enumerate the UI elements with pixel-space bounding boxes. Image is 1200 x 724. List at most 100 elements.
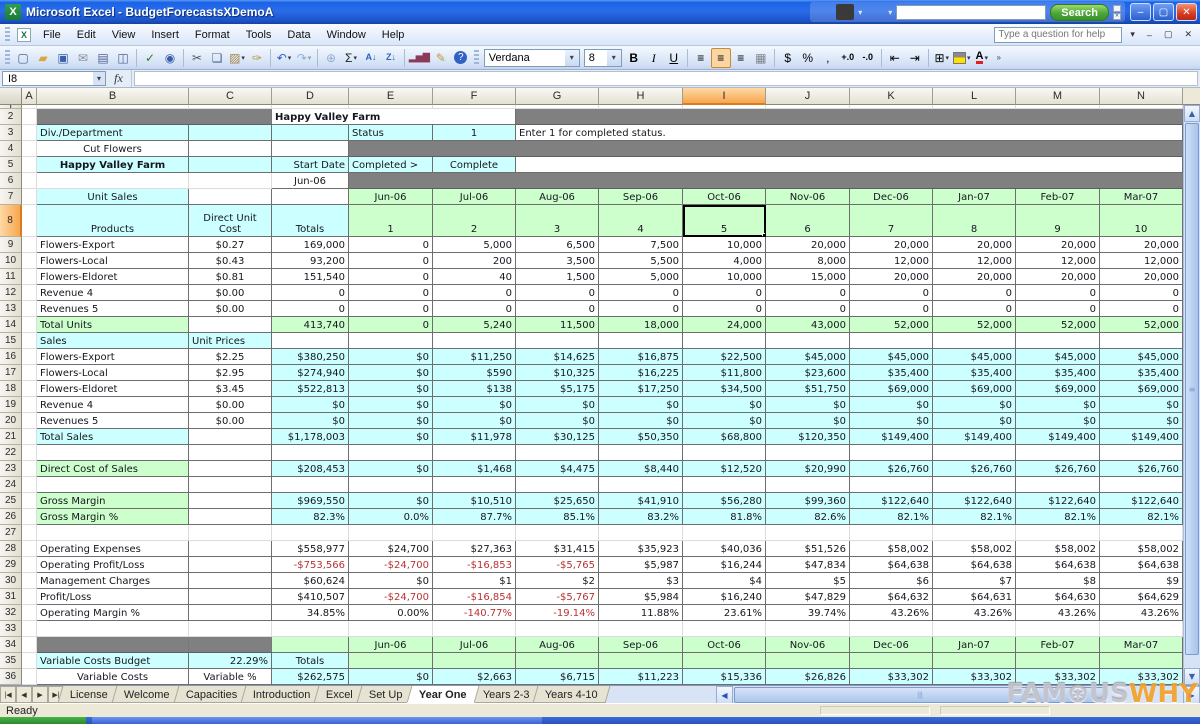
row-header-14[interactable]: 14 bbox=[0, 317, 22, 333]
cell-E29[interactable]: -$24,700 bbox=[349, 557, 433, 573]
cell-D7[interactable] bbox=[272, 189, 349, 205]
row-header-15[interactable]: 15 bbox=[0, 333, 22, 349]
cell-H23[interactable]: $8,440 bbox=[599, 461, 683, 477]
cell-J18[interactable]: $51,750 bbox=[766, 381, 850, 397]
chevron-down-icon[interactable]: ▾ bbox=[607, 50, 621, 66]
cell-B18[interactable]: Flowers-Eldoret bbox=[37, 381, 189, 397]
cell-N11[interactable]: 20,000 bbox=[1100, 269, 1183, 285]
cell-L25[interactable]: $122,640 bbox=[933, 493, 1016, 509]
cell-N29[interactable]: $64,638 bbox=[1100, 557, 1183, 573]
menu-tools[interactable]: Tools bbox=[238, 26, 280, 44]
cell-K26[interactable]: 82.1% bbox=[850, 509, 933, 525]
sheet-tab-years-4-10[interactable]: Years 4-10 bbox=[533, 686, 611, 703]
column-header-I[interactable]: I bbox=[683, 88, 766, 105]
cell-H33[interactable] bbox=[599, 621, 683, 637]
cell-M16[interactable]: $45,000 bbox=[1016, 349, 1100, 365]
menu-edit[interactable]: Edit bbox=[69, 26, 104, 44]
format-painter-icon[interactable]: ✑ bbox=[247, 48, 267, 68]
cell-F23[interactable]: $1,468 bbox=[433, 461, 516, 477]
cell-H12[interactable]: 0 bbox=[599, 285, 683, 301]
row-header-22[interactable]: 22 bbox=[0, 445, 22, 461]
cell-C36[interactable]: Variable % bbox=[189, 669, 272, 685]
print-preview-icon[interactable]: ◫ bbox=[113, 48, 133, 68]
cell-M25[interactable]: $122,640 bbox=[1016, 493, 1100, 509]
column-header-J[interactable]: J bbox=[766, 88, 850, 105]
cell-G14[interactable]: 11,500 bbox=[516, 317, 599, 333]
row-header-31[interactable]: 31 bbox=[0, 589, 22, 605]
close-button[interactable]: ✕ bbox=[1176, 3, 1197, 21]
cell-L34[interactable]: Jan-07 bbox=[933, 637, 1016, 653]
cell-H29[interactable]: $5,987 bbox=[599, 557, 683, 573]
cell-J19[interactable]: $0 bbox=[766, 397, 850, 413]
cell-L33[interactable] bbox=[933, 621, 1016, 637]
cell-I34[interactable]: Oct-06 bbox=[683, 637, 766, 653]
cell-E27[interactable] bbox=[349, 525, 433, 541]
cell-K7[interactable]: Dec-06 bbox=[850, 189, 933, 205]
cell-A30[interactable] bbox=[22, 573, 37, 589]
cell-I20[interactable]: $0 bbox=[683, 413, 766, 429]
cell-H30[interactable]: $3 bbox=[599, 573, 683, 589]
cell-E11[interactable]: 0 bbox=[349, 269, 433, 285]
cell-L36[interactable]: $33,302 bbox=[933, 669, 1016, 685]
cell-F35[interactable] bbox=[433, 653, 516, 669]
align-center-button[interactable]: ≡ bbox=[711, 48, 731, 68]
cell-J22[interactable] bbox=[766, 445, 850, 461]
cell-E14[interactable]: 0 bbox=[349, 317, 433, 333]
cell-C9[interactable]: $0.27 bbox=[189, 237, 272, 253]
cell-A18[interactable] bbox=[22, 381, 37, 397]
cell-F11[interactable]: 40 bbox=[433, 269, 516, 285]
cell-H25[interactable]: $41,910 bbox=[599, 493, 683, 509]
cell-A25[interactable] bbox=[22, 493, 37, 509]
cell-A21[interactable] bbox=[22, 429, 37, 445]
row-header-5[interactable]: 5 bbox=[0, 157, 22, 173]
cell-A13[interactable] bbox=[22, 301, 37, 317]
row-header-18[interactable]: 18 bbox=[0, 381, 22, 397]
cell-F26[interactable]: 87.7% bbox=[433, 509, 516, 525]
scroll-up-icon[interactable]: ▲ bbox=[1184, 105, 1200, 122]
cell-N28[interactable]: $58,002 bbox=[1100, 541, 1183, 557]
cell-M29[interactable]: $64,638 bbox=[1016, 557, 1100, 573]
cell-D11[interactable]: 151,540 bbox=[272, 269, 349, 285]
cell-A3[interactable] bbox=[22, 125, 37, 141]
cell-B24[interactable] bbox=[37, 477, 189, 493]
cell-K33[interactable] bbox=[850, 621, 933, 637]
addon-slot-1[interactable] bbox=[836, 4, 854, 20]
column-header-C[interactable]: C bbox=[189, 88, 272, 105]
menu-view[interactable]: View bbox=[104, 26, 144, 44]
addon-slot-2[interactable] bbox=[866, 4, 884, 20]
addon-mini-close-button[interactable]: ✕ bbox=[1113, 13, 1121, 20]
cell-B19[interactable]: Revenue 4 bbox=[37, 397, 189, 413]
cell-L29[interactable]: $64,638 bbox=[933, 557, 1016, 573]
align-left-button[interactable]: ≡ bbox=[691, 48, 711, 68]
row-header-23[interactable]: 23 bbox=[0, 461, 22, 477]
cell-L12[interactable]: 0 bbox=[933, 285, 1016, 301]
cell-I13[interactable]: 0 bbox=[683, 301, 766, 317]
cell-K8[interactable]: 7 bbox=[850, 205, 933, 237]
cell-F28[interactable]: $27,363 bbox=[433, 541, 516, 557]
column-header-N[interactable]: N bbox=[1100, 88, 1183, 105]
cell-L31[interactable]: $64,631 bbox=[933, 589, 1016, 605]
windows-taskbar-sliver[interactable] bbox=[0, 717, 1200, 724]
cell-B14[interactable]: Total Units bbox=[37, 317, 189, 333]
chart-wizard-icon[interactable]: ▂▅▇ bbox=[408, 48, 431, 68]
name-box[interactable]: I8 ▾ bbox=[2, 71, 106, 86]
cell-M27[interactable] bbox=[1016, 525, 1100, 541]
undo-icon[interactable]: ↶▾ bbox=[274, 48, 294, 68]
sheet-tab-license[interactable]: License bbox=[58, 686, 121, 703]
column-header-F[interactable]: F bbox=[433, 88, 516, 105]
cell-K21[interactable]: $149,400 bbox=[850, 429, 933, 445]
cell-N13[interactable]: 0 bbox=[1100, 301, 1183, 317]
cell-C17[interactable]: $2.95 bbox=[189, 365, 272, 381]
cell-J15[interactable] bbox=[766, 333, 850, 349]
cell-N10[interactable]: 12,000 bbox=[1100, 253, 1183, 269]
cell-I33[interactable] bbox=[683, 621, 766, 637]
cell-A8[interactable] bbox=[22, 205, 37, 237]
cell-E21[interactable]: $0 bbox=[349, 429, 433, 445]
cell-E8[interactable]: 1 bbox=[349, 205, 433, 237]
font-size-select[interactable]: 8 ▾ bbox=[584, 49, 622, 67]
cell-I25[interactable]: $56,280 bbox=[683, 493, 766, 509]
cell-H27[interactable] bbox=[599, 525, 683, 541]
cell-A16[interactable] bbox=[22, 349, 37, 365]
italic-button[interactable]: I bbox=[644, 48, 664, 68]
sort-descending-icon[interactable]: Z↓ bbox=[381, 48, 401, 68]
